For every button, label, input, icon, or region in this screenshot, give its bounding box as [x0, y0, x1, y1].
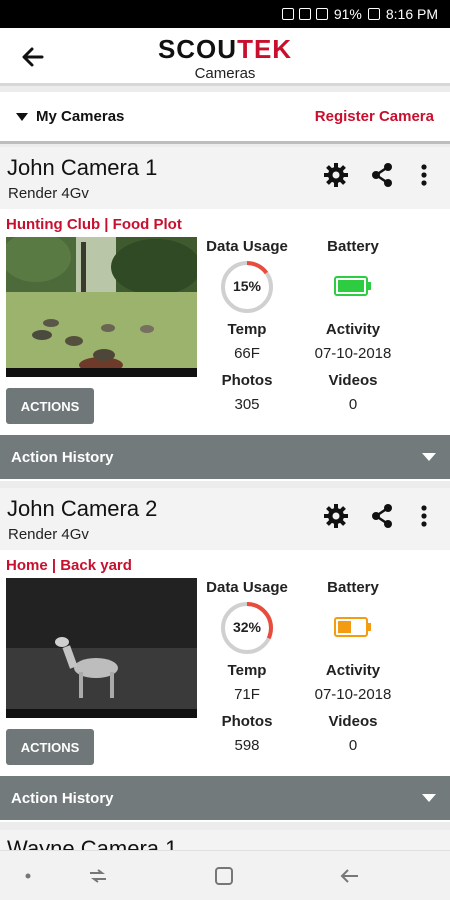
data-usage-value: 15% — [232, 278, 262, 294]
action-history-bar[interactable]: Action History — [0, 435, 450, 479]
status-bar: 91% 8:16 PM — [0, 0, 450, 28]
recent-apps-icon[interactable] — [86, 864, 110, 888]
activity-label: Activity — [325, 662, 381, 679]
filter-bar: My Cameras Register Camera — [0, 92, 450, 144]
expand-triangle-icon — [422, 453, 436, 461]
temp-value: 71F — [234, 686, 260, 703]
videos-value: 0 — [348, 396, 358, 413]
temp-label: Temp — [227, 662, 267, 679]
battery-label: Battery — [327, 579, 379, 596]
actions-button[interactable]: ACTIONS — [6, 388, 94, 424]
camera-model: Render 4Gv — [8, 185, 89, 202]
image-icon — [281, 8, 294, 20]
activity-label: Activity — [325, 321, 381, 338]
activity-value: 07-10-2018 — [314, 686, 392, 703]
camera-photo[interactable] — [6, 578, 197, 718]
data-usage-value: 32% — [232, 619, 262, 635]
temp-label: Temp — [227, 321, 267, 338]
camera-card: John Camera 2 Render 4Gv Home | Back yar… — [0, 488, 450, 822]
activity-value: 07-10-2018 — [314, 345, 392, 362]
register-camera-link[interactable]: Register Camera — [315, 108, 434, 125]
camera-card-header: John Camera 1 Render 4Gv — [0, 147, 450, 209]
page-title: Cameras — [194, 65, 256, 82]
share-icon[interactable] — [368, 161, 396, 189]
expand-triangle-icon — [422, 794, 436, 802]
camera-location: Home | Back yard — [6, 557, 132, 574]
videos-value: 0 — [348, 737, 358, 754]
battery-percent: 91% — [333, 6, 362, 22]
camera-name: John Camera 1 — [7, 155, 158, 180]
signal-icon — [315, 8, 328, 20]
deer-photo-image — [6, 578, 197, 718]
share-icon[interactable] — [368, 502, 396, 530]
camera-location: Hunting Club | Food Plot — [6, 216, 182, 233]
data-usage-label: Data Usage — [206, 238, 288, 255]
my-cameras-dropdown[interactable]: My Cameras — [16, 108, 124, 125]
wifi-icon — [298, 8, 311, 20]
clock: 8:16 PM — [385, 6, 438, 22]
more-vert-icon[interactable] — [410, 502, 438, 530]
photos-value: 305 — [234, 396, 260, 413]
action-history-label: Action History — [11, 448, 114, 466]
home-icon[interactable] — [212, 864, 236, 888]
camera-card-header: John Camera 2 Render 4Gv — [0, 488, 450, 550]
battery-half-icon — [334, 617, 371, 637]
battery-icon — [367, 8, 380, 20]
data-usage-label: Data Usage — [206, 579, 288, 596]
photos-value: 598 — [234, 737, 260, 754]
action-history-label: Action History — [11, 789, 114, 807]
status-icons — [281, 8, 328, 20]
settings-gear-icon[interactable] — [322, 502, 350, 530]
battery-full-icon — [334, 276, 371, 296]
dropdown-triangle-icon — [16, 112, 28, 121]
app-bar: SCOUTEK Cameras — [0, 28, 450, 86]
settings-gear-icon[interactable] — [322, 161, 350, 189]
my-cameras-label: My Cameras — [36, 108, 125, 125]
nav-dot-icon[interactable] — [16, 864, 40, 888]
system-nav-bar — [0, 850, 450, 900]
photos-label: Photos — [221, 372, 273, 389]
camera-name: John Camera 2 — [7, 496, 158, 521]
battery-label: Battery — [327, 238, 379, 255]
more-vert-icon[interactable] — [410, 161, 438, 189]
action-history-bar[interactable]: Action History — [0, 776, 450, 820]
actions-button[interactable]: ACTIONS — [6, 729, 94, 765]
videos-label: Videos — [328, 372, 378, 389]
brand-logo: SCOUTEK — [157, 34, 293, 64]
geese-photo-image — [6, 237, 197, 377]
camera-model: Render 4Gv — [8, 526, 89, 543]
videos-label: Videos — [328, 713, 378, 730]
camera-card: John Camera 1 Render 4Gv Hunting Club | … — [0, 147, 450, 481]
photos-label: Photos — [221, 713, 273, 730]
back-icon[interactable] — [338, 864, 362, 888]
temp-value: 66F — [234, 345, 260, 362]
camera-photo[interactable] — [6, 237, 197, 377]
